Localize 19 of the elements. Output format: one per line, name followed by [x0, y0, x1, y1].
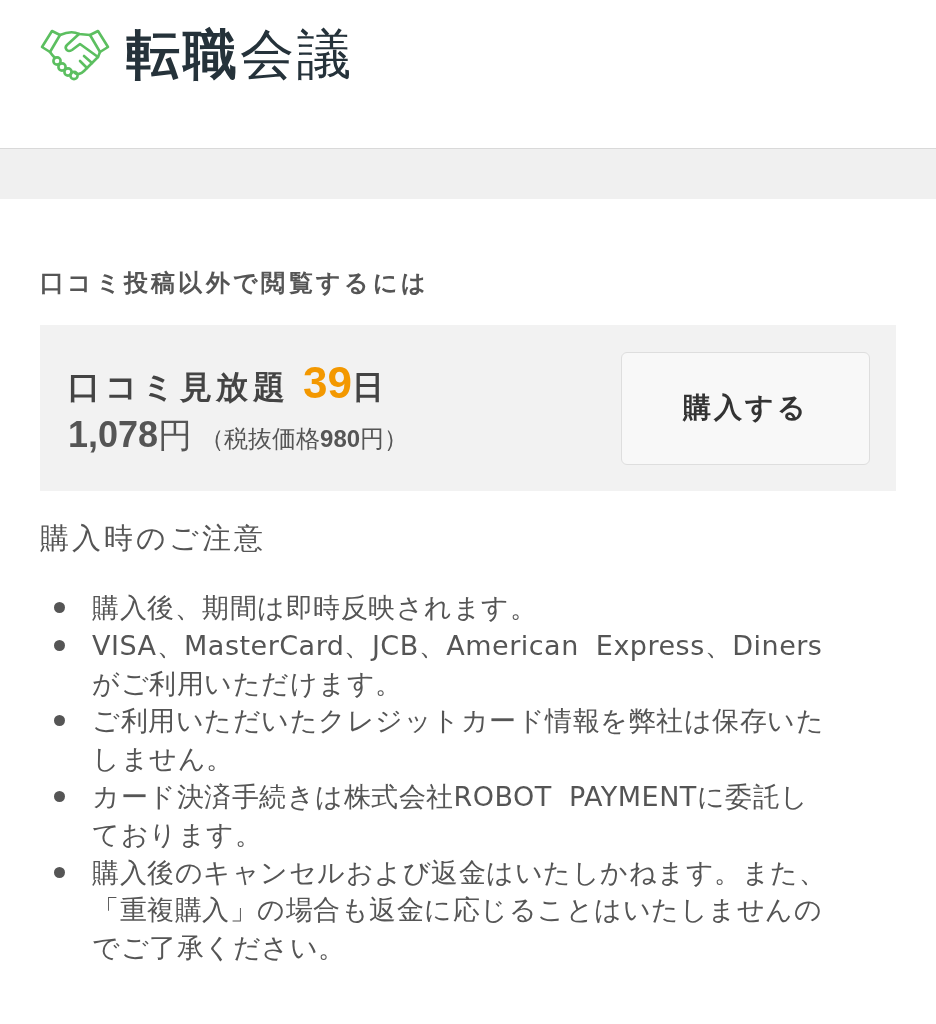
notes-heading: 購入時のご注意: [40, 521, 267, 556]
notice-text: ご利用いただいたクレジットカード情報を弊社は保存いたしません。: [92, 704, 825, 777]
bullet-icon: [54, 866, 65, 878]
bullet-icon: [54, 715, 65, 727]
purchase-button[interactable]: 購入する: [621, 351, 870, 465]
price-text: 1,078円: [68, 413, 193, 457]
bullet-icon: [54, 639, 65, 651]
section-heading: 口コミ投稿以外で閲覧するには: [40, 268, 431, 298]
notice-text: 購入後のキャンセルおよび返金はいたしかねます。また、「重複購入」の場合も返金に応じることはいたしませんのでご了承ください。: [92, 855, 827, 966]
handshake-icon: [40, 27, 110, 81]
bullet-icon: [54, 791, 65, 802]
notice-text: 購入後、期間は即時反映されます。: [92, 591, 538, 625]
plan-name: 口コミ見放題: [68, 368, 289, 407]
logo-text: 転職会議: [126, 23, 354, 86]
notice-text: VISA、MasterCard、JCB、American Express、Dinersがご利用いただけます。: [92, 628, 824, 701]
bullet-icon: [54, 602, 65, 613]
notice-text: カード決済手続きは株式会社ROBOT PAYMENTに委託しております。: [92, 780, 810, 852]
plan-duration: 39日: [303, 359, 384, 409]
tax-note: （税抜価格980円）: [200, 424, 409, 454]
